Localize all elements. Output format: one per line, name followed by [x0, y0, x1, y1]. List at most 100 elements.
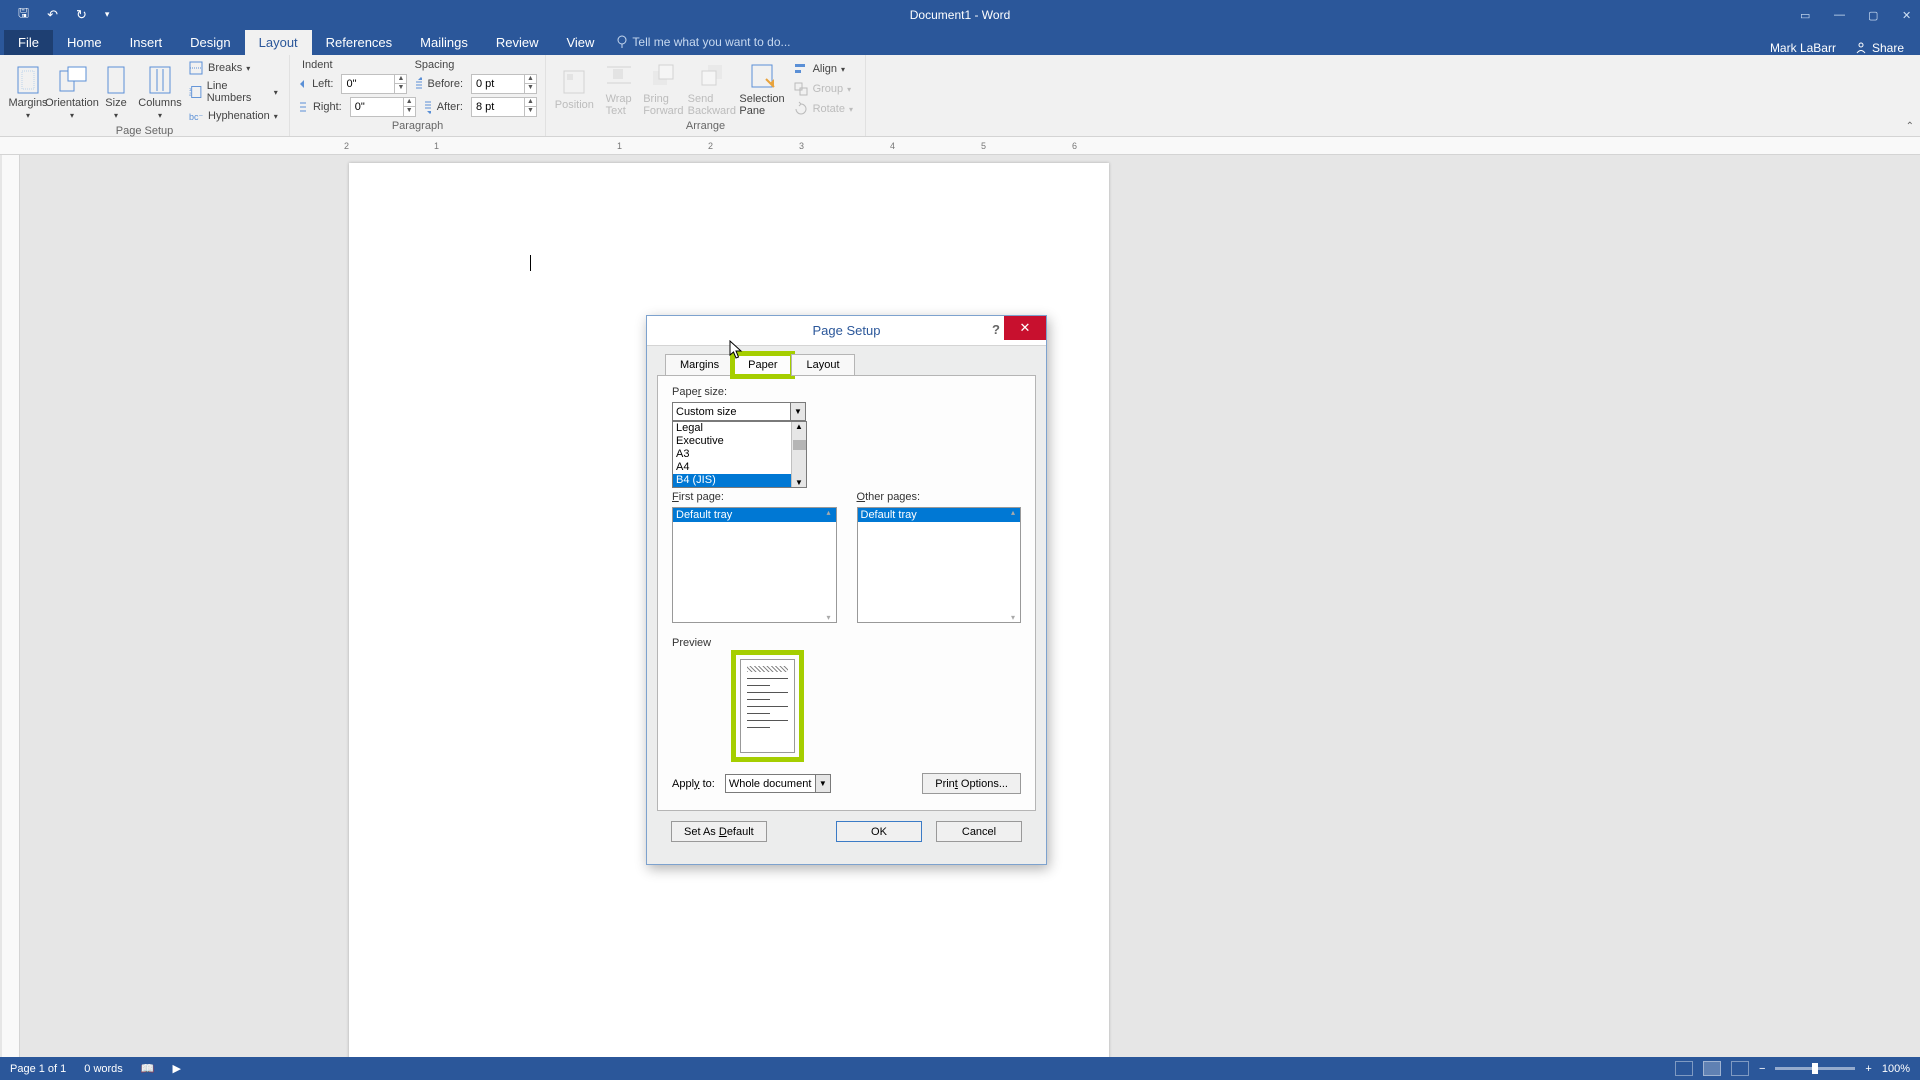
vertical-ruler[interactable]	[2, 155, 20, 1057]
dialog-titlebar[interactable]: Page Setup ? ✕	[647, 316, 1046, 346]
macro-icon[interactable]: ▶	[173, 1062, 181, 1075]
cancel-button[interactable]: Cancel	[936, 821, 1022, 842]
spacing-after-icon	[422, 99, 431, 115]
dialog-close-button[interactable]: ✕	[1004, 316, 1046, 340]
account-name[interactable]: Mark LaBarr	[1770, 41, 1836, 55]
ok-button[interactable]: OK	[836, 821, 922, 842]
tab-references[interactable]: References	[312, 30, 406, 55]
close-window-icon[interactable]: ✕	[1902, 9, 1914, 21]
tab-home[interactable]: Home	[53, 30, 116, 55]
quick-access-toolbar: 🖫 ↶ ↻ ▾	[0, 4, 109, 26]
margins-button[interactable]: Margins▾	[8, 63, 48, 122]
paper-size-dropdown: Legal Executive A3 A4 B4 (JIS) ▲▼	[672, 421, 807, 488]
set-as-default-button[interactable]: Set As Default	[671, 821, 767, 842]
tab-review[interactable]: Review	[482, 30, 553, 55]
save-icon[interactable]: 🖫	[18, 4, 29, 26]
zoom-slider[interactable]	[1775, 1067, 1855, 1070]
dropdown-item-b4jis[interactable]: B4 (JIS)	[673, 474, 806, 487]
dropdown-item-legal[interactable]: Legal	[673, 422, 806, 435]
indent-right-input[interactable]: ▲▼	[350, 97, 416, 117]
group-label-arrange: Arrange	[554, 120, 857, 134]
status-page[interactable]: Page 1 of 1	[10, 1063, 66, 1075]
dropdown-scrollbar[interactable]: ▲▼	[791, 422, 806, 487]
svg-text:2: 2	[189, 92, 192, 97]
dialog-tab-layout[interactable]: Layout	[791, 354, 854, 376]
text-cursor	[530, 255, 531, 271]
selection-pane-button[interactable]: Selection Pane	[739, 59, 784, 119]
hyphenation-button[interactable]: bc⁻Hyphenation▾	[184, 107, 282, 125]
horizontal-ruler[interactable]: 2 1 1 2 3 4 5 6	[0, 137, 1920, 155]
minimize-icon[interactable]: —	[1834, 9, 1846, 21]
spacing-label: Spacing	[415, 59, 455, 71]
status-words[interactable]: 0 words	[84, 1063, 123, 1075]
apply-to-combo[interactable]: Whole document ▼	[725, 774, 831, 793]
document-title: Document1 - Word	[910, 8, 1010, 22]
tab-file[interactable]: File	[4, 30, 53, 55]
chevron-down-icon[interactable]: ▼	[790, 403, 805, 420]
tell-me-placeholder: Tell me what you want to do...	[632, 35, 790, 49]
other-pages-selected[interactable]: Default tray	[858, 508, 1021, 522]
first-page-listbox[interactable]: Default tray ▴▾	[672, 507, 837, 623]
preview-label: Preview	[672, 637, 1021, 649]
status-bar: Page 1 of 1 0 words 📖 ▶ − + 100%	[0, 1057, 1920, 1080]
spellcheck-icon[interactable]: 📖	[141, 1062, 155, 1075]
indent-right-icon	[298, 99, 307, 115]
other-pages-label: Other pages:	[857, 491, 1022, 503]
orientation-button[interactable]: Orientation▾	[52, 63, 92, 122]
title-bar: 🖫 ↶ ↻ ▾ Document1 - Word ▭ — ▢ ✕	[0, 0, 1920, 29]
breaks-button[interactable]: Breaks▾	[184, 59, 282, 77]
indent-left-input[interactable]: ▲▼	[341, 74, 407, 94]
dialog-title: Page Setup	[813, 323, 881, 338]
dialog-help-icon[interactable]: ?	[992, 322, 1000, 337]
zoom-in-button[interactable]: +	[1865, 1063, 1871, 1075]
dropdown-item-a3[interactable]: A3	[673, 448, 806, 461]
chevron-down-icon[interactable]: ▼	[815, 775, 830, 792]
group-paragraph: Indent Spacing Left: ▲▼ Before: ▲▼ Right…	[290, 55, 546, 136]
first-page-label: First page:	[672, 491, 837, 503]
columns-button[interactable]: Columns▾	[140, 63, 180, 122]
paper-size-combo[interactable]: Custom size ▼ Legal Executive A3 A4 B4 (…	[672, 402, 806, 421]
bring-forward-button: Bring Forward	[643, 59, 685, 119]
position-button: Position	[554, 65, 595, 113]
share-icon	[1854, 41, 1868, 55]
send-backward-button: Send Backward	[688, 59, 735, 119]
qat-customize-icon[interactable]: ▾	[105, 9, 110, 20]
ribbon-display-icon[interactable]: ▭	[1800, 9, 1812, 21]
tell-me-search[interactable]: Tell me what you want to do...	[608, 29, 798, 55]
spacing-after-label: After:	[437, 101, 465, 113]
spacing-before-label: Before:	[428, 78, 465, 90]
size-button[interactable]: Size▾	[96, 63, 136, 122]
other-pages-listbox[interactable]: Default tray ▴▾	[857, 507, 1022, 623]
spacing-after-input[interactable]: ▲▼	[471, 97, 537, 117]
zoom-out-button[interactable]: −	[1759, 1063, 1765, 1075]
share-button[interactable]: Share	[1854, 41, 1904, 55]
tab-design[interactable]: Design	[176, 30, 244, 55]
maximize-icon[interactable]: ▢	[1868, 9, 1880, 21]
spacing-before-input[interactable]: ▲▼	[471, 74, 537, 94]
document-workspace: 2 1 1 2 3 4 5 6 Page Setup ? ✕ Margins P…	[0, 137, 1920, 1057]
dialog-tab-paper[interactable]: Paper	[733, 354, 792, 376]
tab-mailings[interactable]: Mailings	[406, 30, 482, 55]
read-mode-icon[interactable]	[1675, 1061, 1693, 1076]
spacing-before-icon	[413, 76, 421, 92]
group-button: Group▾	[789, 80, 857, 98]
web-layout-icon[interactable]	[1731, 1061, 1749, 1076]
print-layout-icon[interactable]	[1703, 1061, 1721, 1076]
collapse-ribbon-icon[interactable]: ⌃	[1906, 121, 1914, 132]
wrap-text-button: Wrap Text	[599, 59, 639, 119]
redo-icon[interactable]: ↻	[76, 7, 87, 23]
zoom-level[interactable]: 100%	[1882, 1063, 1910, 1075]
group-arrange: Position Wrap Text Bring Forward Send Ba…	[546, 55, 866, 136]
print-options-button[interactable]: Print Options...	[922, 773, 1021, 794]
dropdown-item-a4[interactable]: A4	[673, 461, 806, 474]
tab-layout[interactable]: Layout	[245, 30, 312, 55]
dialog-tab-margins[interactable]: Margins	[665, 354, 734, 376]
tab-insert[interactable]: Insert	[116, 30, 177, 55]
tab-view[interactable]: View	[552, 30, 608, 55]
line-numbers-button[interactable]: 12Line Numbers▾	[184, 79, 282, 105]
apply-to-label: Apply to:	[672, 778, 715, 790]
undo-icon[interactable]: ↶	[47, 7, 58, 23]
dropdown-item-executive[interactable]: Executive	[673, 435, 806, 448]
first-page-selected[interactable]: Default tray	[673, 508, 836, 522]
align-button[interactable]: Align▾	[789, 60, 857, 78]
